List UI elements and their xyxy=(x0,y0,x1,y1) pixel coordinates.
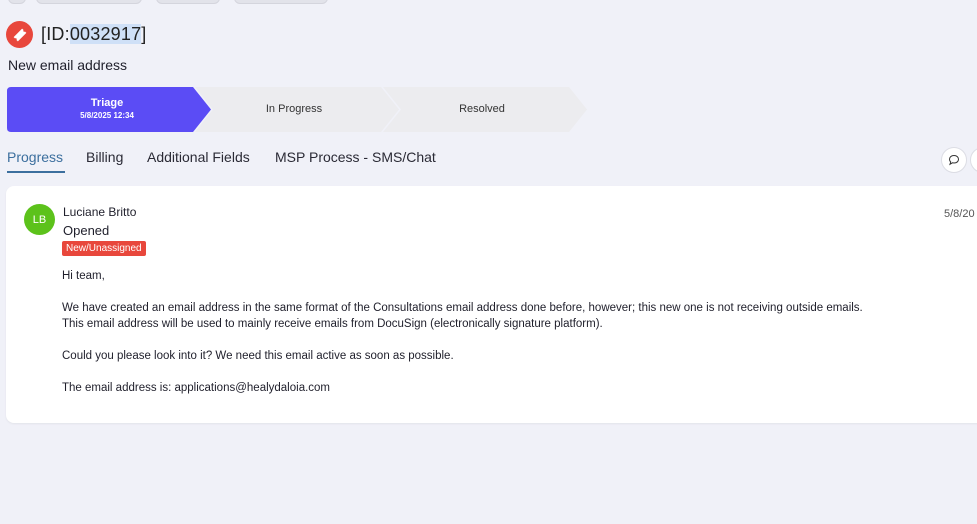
entry-message: Hi team, We have created an email addres… xyxy=(62,268,962,396)
stage-triage-label: Triage 5/8/2025 12:34 xyxy=(27,97,187,120)
stage-in-progress-label: In Progress xyxy=(265,103,323,115)
secondary-action-button[interactable] xyxy=(970,147,977,173)
stage-resolved-label: Resolved xyxy=(459,103,505,115)
tab-billing[interactable]: Billing xyxy=(86,146,123,171)
message-line: Hi team, xyxy=(62,270,105,282)
status-badge: New/Unassigned xyxy=(62,241,146,256)
ticket-id-number: 0032917 xyxy=(69,24,142,44)
top-tab-partial[interactable] xyxy=(36,0,142,4)
comment-icon xyxy=(948,154,960,166)
ticket-id-prefix: [ID: xyxy=(41,24,70,44)
entry-action: Opened xyxy=(63,223,110,238)
tab-progress[interactable]: Progress xyxy=(7,146,65,173)
ticket-id: [ID:0032917] xyxy=(41,24,147,45)
stage-triage-date: 5/8/2025 12:34 xyxy=(80,111,134,120)
top-tab-partial[interactable] xyxy=(234,0,328,4)
top-tab-partial[interactable] xyxy=(156,0,220,4)
message-line: This email address will be used to mainl… xyxy=(62,318,603,330)
comment-button[interactable] xyxy=(941,147,967,173)
tab-additional-fields[interactable]: Additional Fields xyxy=(147,146,250,171)
avatar: LB xyxy=(24,204,55,235)
entry-author: Luciane Britto xyxy=(63,205,137,219)
ticket-subject: New email address xyxy=(8,57,128,73)
message-line: The email address is: applications@healy… xyxy=(62,382,331,394)
stage-progress-bar: Triage 5/8/2025 12:34 In Progress Resolv… xyxy=(7,87,587,132)
message-line: We have created an email address in the … xyxy=(62,302,863,314)
entry-date: 5/8/20 xyxy=(944,208,975,220)
top-tab-partial[interactable] xyxy=(8,0,26,4)
stage-triage-name: Triage xyxy=(90,97,124,109)
message-line: Could you please look into it? We need t… xyxy=(62,350,454,362)
ticket-icon xyxy=(6,21,33,48)
tab-msp-process-sms-chat[interactable]: MSP Process - SMS/Chat xyxy=(275,146,436,171)
activity-entry-card: LB Luciane Britto Opened New/Unassigned … xyxy=(6,186,977,423)
ticket-id-suffix: ] xyxy=(141,24,147,44)
